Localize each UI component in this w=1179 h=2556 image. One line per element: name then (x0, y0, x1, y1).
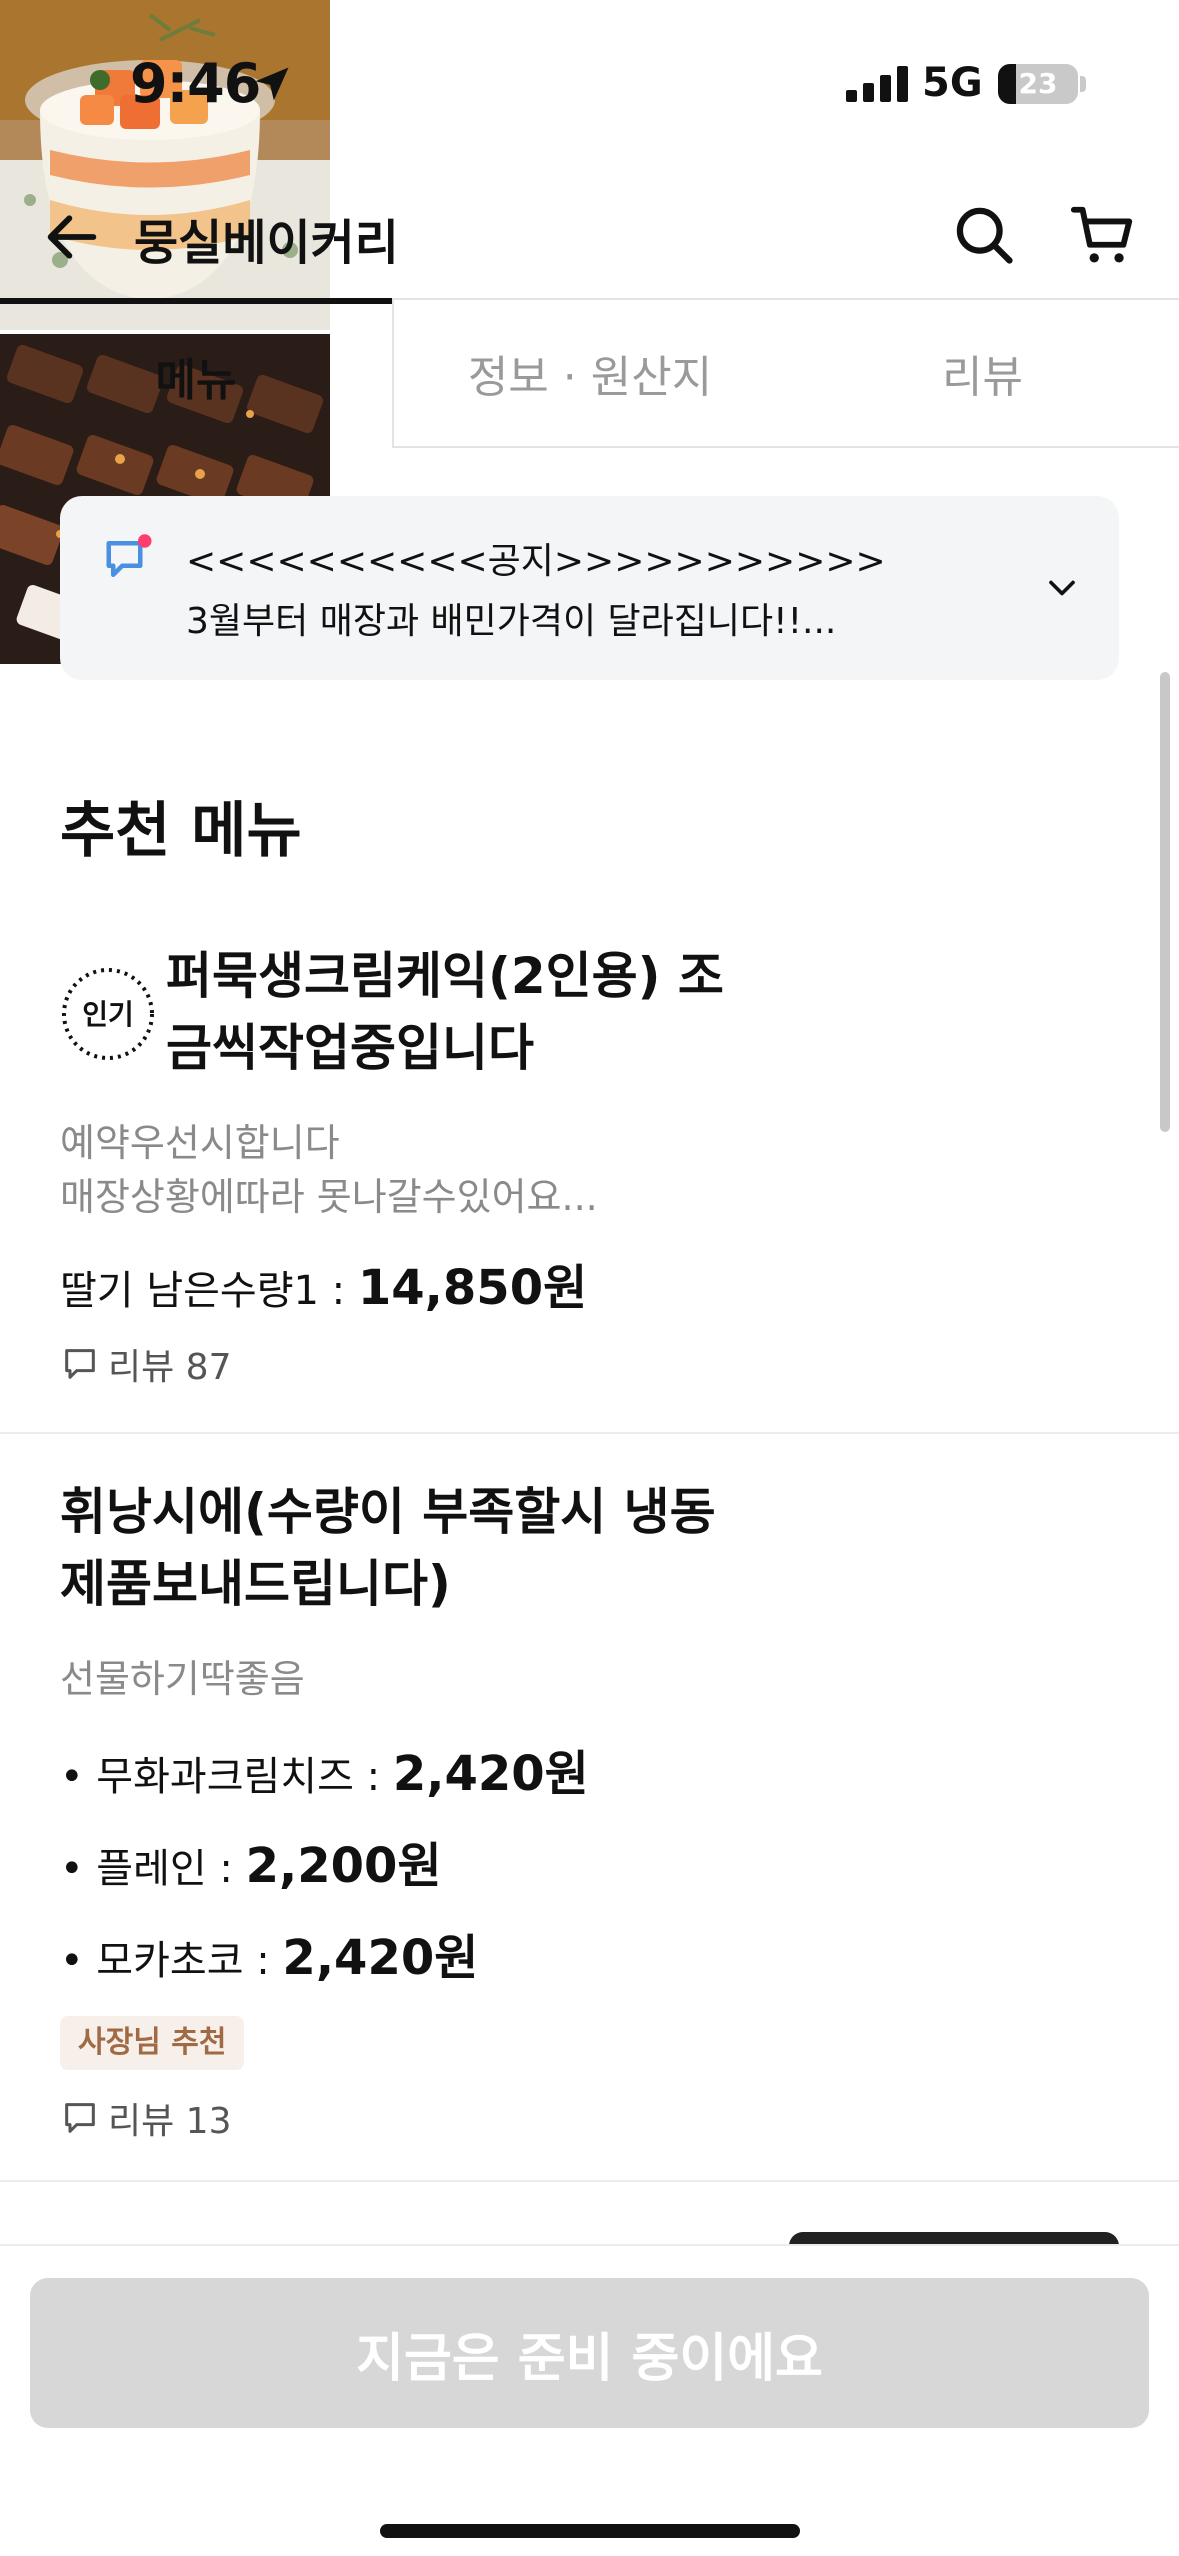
tab-reviews[interactable]: 리뷰 (786, 298, 1179, 448)
owner-recommend-tag: 사장님 추천 (60, 2016, 245, 2070)
network-type: 5G (922, 60, 983, 106)
notice-banner[interactable]: <<<<<<<<<<공지>>>>>>>>>>> 3월부터 매장과 배민가격이 달… (60, 496, 1119, 680)
bottom-bar: 지금은 준비 중이에요 (0, 2244, 1179, 2556)
item-divider (0, 2180, 1179, 2182)
option-price: 2,420원 (392, 1746, 589, 1802)
option-label: • 모카초코 : (60, 1938, 283, 1984)
price-label: 딸기 남은수량1 : (60, 1268, 358, 1314)
notice-title: <<<<<<<<<<공지>>>>>>>>>>> (186, 541, 886, 582)
comment-icon (65, 2103, 95, 2133)
arrow-left-icon[interactable] (40, 205, 104, 269)
status-bar: 9:46 5G 23 (0, 0, 1179, 175)
option-label: • 플레인 : (60, 1846, 246, 1892)
battery-icon: 23 (998, 64, 1078, 104)
cellular-signal-icon (846, 66, 908, 102)
menu-item-desc: 매장상황에따라 못나갈수있어요... (60, 1175, 598, 1219)
tab-menu[interactable]: 메뉴 (0, 298, 392, 448)
scrollbar[interactable] (1160, 672, 1170, 1132)
menu-item-desc: 예약우선시합니다 (60, 1121, 340, 1165)
menu-item-price: 14,850원 (357, 1260, 588, 1316)
app-header: 뭉실베이커리 (0, 175, 1179, 295)
battery-tip (1080, 76, 1086, 92)
menu-item-name: 휘낭시에(수량이 부족할시 냉동제품보내드립니다) (60, 1483, 716, 1613)
cart-icon[interactable] (1068, 201, 1138, 271)
menu-item-desc: 선물하기딱좋음 (60, 1657, 305, 1701)
option-line: • 플레인 : 2,200원 (60, 1826, 442, 1896)
review-count-text: 리뷰 13 (108, 2101, 232, 2142)
home-indicator[interactable] (380, 2524, 800, 2538)
comment-icon (65, 1349, 95, 1379)
status-time: 9:46 (130, 52, 261, 115)
popular-badge: 인기 (62, 968, 154, 1060)
location-arrow-icon (255, 67, 289, 101)
order-button[interactable]: 지금은 준비 중이에요 (30, 2278, 1149, 2428)
option-line: • 모카초코 : 2,420원 (60, 1918, 478, 1988)
section-title: 추천 메뉴 (60, 796, 302, 866)
tab-bar: 메뉴 정보 · 원산지 리뷰 (0, 298, 1179, 448)
option-label: • 무화과크림치즈 : (60, 1754, 393, 1800)
popular-badge-label: 인기 (82, 999, 134, 1030)
review-count: 리뷰 87 (60, 1338, 232, 1390)
chevron-down-icon[interactable] (1040, 566, 1084, 610)
tab-info[interactable]: 정보 · 원산지 (392, 298, 786, 448)
notice-text: 3월부터 매장과 배민가격이 달라집니다!!... (186, 601, 837, 642)
menu-item-price-line: 딸기 남은수량1 : 14,850원 (60, 1248, 587, 1318)
option-line: • 무화과크림치즈 : 2,420원 (60, 1734, 589, 1804)
option-price: 2,200원 (245, 1838, 442, 1894)
review-count-text: 리뷰 87 (108, 1347, 232, 1388)
option-price: 2,420원 (282, 1930, 479, 1986)
battery-level: 23 (1018, 67, 1058, 100)
search-icon[interactable] (950, 201, 1018, 269)
review-count: 리뷰 13 (60, 2092, 232, 2144)
megaphone-icon (106, 534, 152, 577)
item-divider (0, 1432, 1179, 1434)
menu-item-name: 퍼묵생크림케익(2인용) 조금씩작업중입니다 (166, 947, 724, 1077)
page-title: 뭉실베이커리 (134, 215, 399, 271)
